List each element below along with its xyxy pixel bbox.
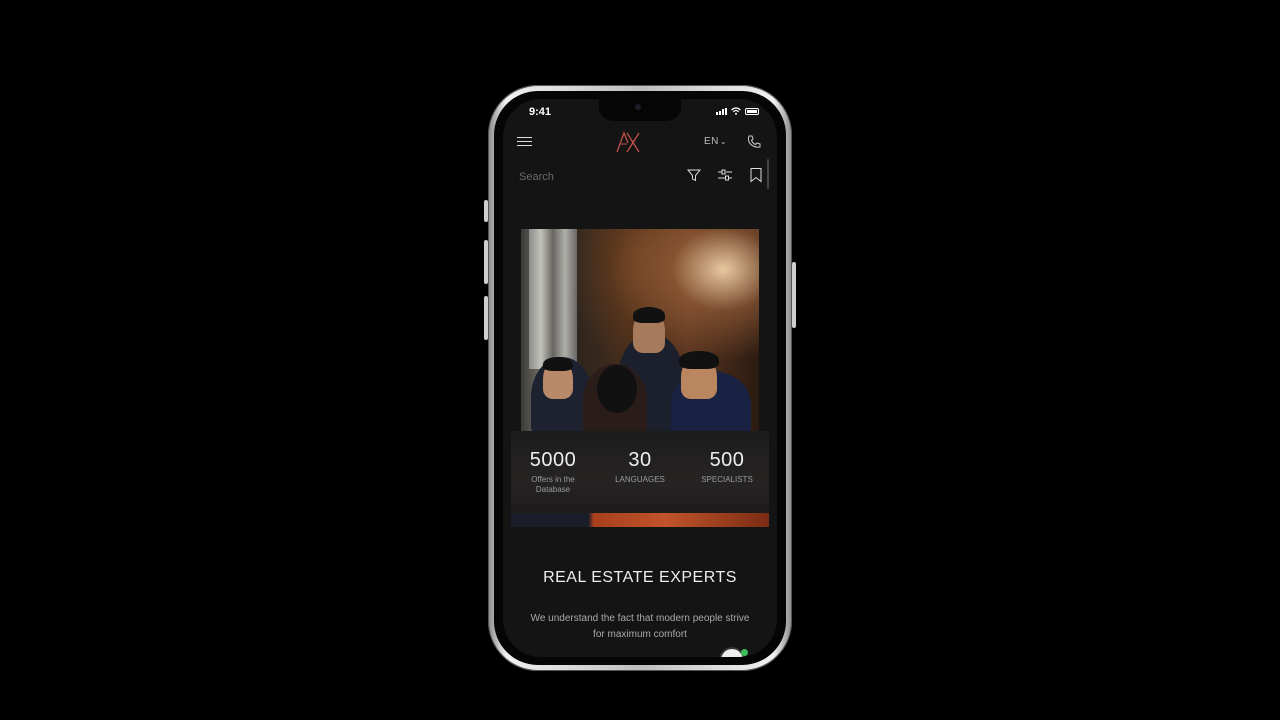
battery-icon bbox=[745, 108, 759, 115]
phone-icon[interactable] bbox=[746, 134, 762, 150]
section-title: REAL ESTATE EXPERTS bbox=[543, 569, 737, 586]
wifi-icon bbox=[731, 107, 741, 115]
power-button bbox=[792, 262, 796, 328]
filter-icon[interactable] bbox=[686, 167, 702, 183]
hero-image bbox=[521, 229, 759, 431]
phone-screen: 9:41 EN⌄ Search 5000 Offers in the Datab… bbox=[503, 99, 777, 657]
status-icons bbox=[716, 107, 759, 115]
top-navigation: EN⌄ bbox=[503, 129, 777, 155]
language-label: EN bbox=[704, 136, 719, 147]
search-input[interactable] bbox=[517, 165, 671, 189]
stat-languages: 30 LANGUAGES bbox=[600, 449, 680, 485]
stat-label: SPECIALISTS bbox=[701, 475, 753, 484]
stat-value: 500 bbox=[709, 449, 745, 471]
notch bbox=[599, 99, 681, 121]
stat-value: 30 bbox=[628, 449, 652, 471]
chevron-down-icon: ⌄ bbox=[719, 137, 728, 146]
ax-logo[interactable] bbox=[615, 131, 641, 153]
stat-specialists: 500 SPECIALISTS bbox=[687, 449, 767, 485]
stat-offers: 5000 Offers in the Database bbox=[513, 449, 593, 495]
accent-image-strip bbox=[511, 513, 769, 527]
language-selector[interactable]: EN⌄ bbox=[704, 136, 727, 147]
menu-icon[interactable] bbox=[517, 137, 532, 147]
bookmark-icon[interactable] bbox=[748, 167, 764, 183]
signal-icon bbox=[716, 108, 727, 115]
camera bbox=[635, 104, 641, 110]
stat-value: 5000 bbox=[529, 449, 577, 471]
scrollbar[interactable] bbox=[767, 159, 769, 189]
section-description: We understand the fact that modern peopl… bbox=[530, 613, 750, 640]
search-bar bbox=[503, 163, 777, 189]
stat-label: LANGUAGES bbox=[615, 475, 665, 484]
stat-label: Offers in the Database bbox=[531, 475, 575, 494]
online-status-dot bbox=[741, 649, 748, 656]
sliders-icon[interactable] bbox=[717, 167, 733, 183]
stats-panel: 5000 Offers in the Database 30 LANGUAGES… bbox=[511, 431, 769, 515]
status-time: 9:41 bbox=[529, 106, 552, 118]
